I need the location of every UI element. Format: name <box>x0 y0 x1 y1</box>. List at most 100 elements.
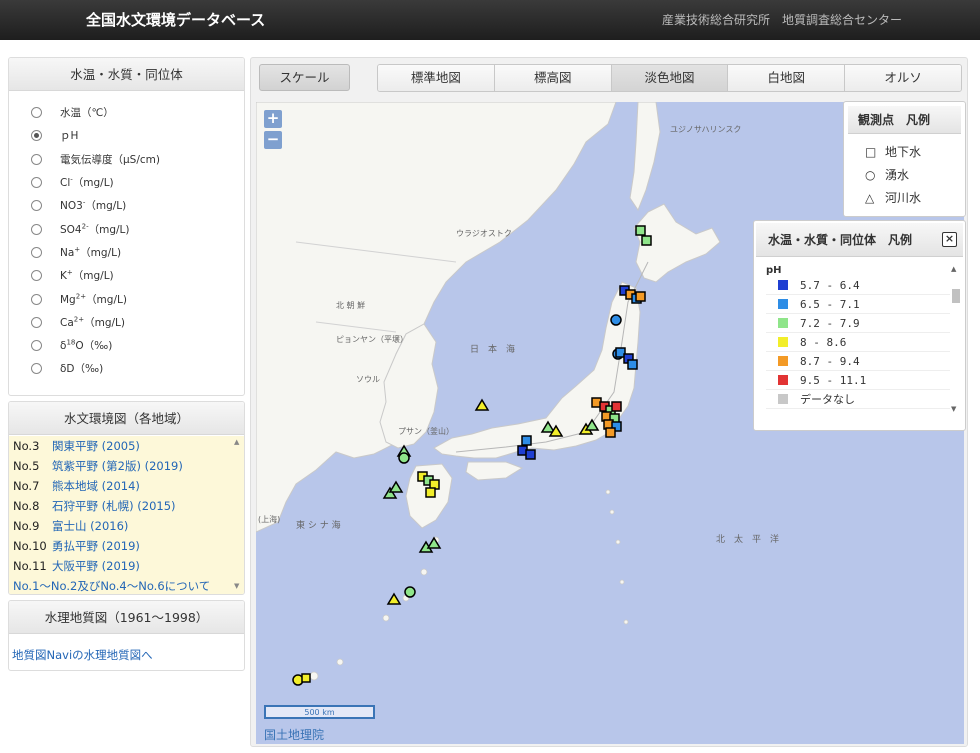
value-class-row: 9.5 - 11.1 <box>766 371 950 390</box>
radio-button[interactable] <box>31 223 42 235</box>
close-icon[interactable]: × <box>942 232 957 247</box>
scroll-thumb[interactable] <box>952 289 960 303</box>
parameter-option[interactable]: Mg2+（mg/L) <box>31 287 244 310</box>
scroll-up-arrow-icon[interactable]: ▲ <box>951 265 956 273</box>
region-item[interactable]: No.11 大阪平野 (2019) <box>9 556 244 576</box>
region-number: No.7 <box>13 479 40 493</box>
basemap-tabs: 標準地図 標高図 淡色地図 白地図 オルソ <box>377 64 962 92</box>
region-link[interactable]: 勇払平野 (2019) <box>52 536 140 556</box>
radio-button[interactable] <box>31 177 42 189</box>
parameter-option[interactable]: K+（mg/L) <box>31 264 244 287</box>
parameter-option[interactable]: ｐH <box>31 124 244 147</box>
tab-basemap[interactable]: 淡色地図 <box>611 65 729 91</box>
value-legend-title: 水温・水質・同位体 凡例 × <box>756 223 963 257</box>
observation-legend: 観測点 凡例 □ 地下水 ○ 湧水 △ 河川水 <box>843 101 966 217</box>
region-number: No.5 <box>13 459 40 473</box>
region-link[interactable]: 熊本地域 (2014) <box>52 476 140 496</box>
scroll-down-arrow-icon[interactable]: ▼ <box>234 582 239 590</box>
parameter-option[interactable]: 電気伝導度（μS/cm) <box>31 148 244 171</box>
sakhalin-land <box>629 102 661 212</box>
parameter-option[interactable]: NO3-（mg/L) <box>31 194 244 217</box>
hydrogeology-panel: 水理地質図（1961～1998） 地質図Naviの水理地質図へ <box>8 600 245 671</box>
parameter-option[interactable]: Ca2+（mg/L) <box>31 311 244 334</box>
radio-button[interactable] <box>31 246 42 258</box>
value-class-label: 8 - 8.6 <box>800 335 847 349</box>
parameters-panel-title: 水温・水質・同位体 <box>9 58 244 91</box>
radio-button[interactable] <box>31 130 42 142</box>
map-credit[interactable]: 国土地理院 <box>264 726 324 743</box>
label-kita: 北 朝 鮮 <box>336 300 365 310</box>
value-legend-title-text: 水温・水質・同位体 凡例 <box>768 233 913 247</box>
value-legend-subtitle: pH <box>766 265 782 276</box>
legend-symbol-icon: △ <box>865 190 875 205</box>
region-link[interactable]: 筑紫平野 (第2版) (2019) <box>52 456 183 476</box>
value-class-label: 8.7 - 9.4 <box>800 354 860 368</box>
parameter-radio-list: 水温（℃） ｐH 電気伝導度（μS/cm) Cl-（mg/L) NO3-（mg/L) SO… <box>9 91 244 381</box>
parameter-label: 水温（℃） <box>60 107 114 120</box>
region-item[interactable]: No.9 富士山 (2016) <box>9 516 244 536</box>
region-item[interactable]: No.10 勇払平野 (2019) <box>9 536 244 556</box>
region-number: No.9 <box>13 519 40 533</box>
label-shanghai: (上海) <box>258 514 280 524</box>
tab-basemap[interactable]: オルソ <box>845 65 961 91</box>
color-swatch <box>778 280 788 290</box>
label-seoul: ソウル <box>356 375 380 384</box>
hydrogeology-map-link[interactable]: 地質図Naviの水理地質図へ <box>9 634 244 663</box>
parameter-option[interactable]: δ18O（‰) <box>31 334 244 357</box>
value-class-row: 8 - 8.6 <box>766 333 950 352</box>
region-list[interactable]: No.3 関東平野 (2005) No.5 筑紫平野 (第2版) (2019) No.7… <box>9 436 244 594</box>
scroll-up-arrow-icon[interactable]: ▲ <box>234 438 239 446</box>
shikoku-land <box>465 461 524 481</box>
region-item[interactable]: No.8 石狩平野 (札幌) (2015) <box>9 496 244 516</box>
value-class-row: データなし <box>766 390 950 409</box>
map-scale-bar: 500 km <box>264 705 375 719</box>
zoom-out-button[interactable]: − <box>264 131 282 149</box>
parameter-option[interactable]: Na+（mg/L) <box>31 241 244 264</box>
hydrogeology-panel-title: 水理地質図（1961～1998） <box>9 601 244 634</box>
parameter-option[interactable]: SO42-（mg/L) <box>31 217 244 240</box>
value-class-row: 8.7 - 9.4 <box>766 352 950 371</box>
value-class-row: 5.7 - 6.4 <box>766 276 950 295</box>
parameter-label: Cl-（mg/L) <box>60 175 114 190</box>
tab-basemap[interactable]: 標準地図 <box>378 65 495 91</box>
region-note-link[interactable]: No.1～No.2及びNo.4～No.6について <box>9 576 244 594</box>
radio-button[interactable] <box>31 107 42 119</box>
region-item[interactable]: No.3 関東平野 (2005) <box>9 436 244 456</box>
region-link[interactable]: 大阪平野 (2019) <box>52 556 140 576</box>
observation-legend-item: △ 河川水 <box>844 186 965 209</box>
radio-button[interactable] <box>31 363 42 375</box>
region-link[interactable]: 関東平野 (2005) <box>52 436 140 456</box>
color-swatch <box>778 394 788 404</box>
parameter-label: SO42-（mg/L) <box>60 222 130 236</box>
value-class-label: データなし <box>800 393 855 406</box>
regions-panel: 水文環境図（各地域） No.3 関東平野 (2005) No.5 筑紫平野 (第2版)… <box>8 401 245 595</box>
region-item[interactable]: No.7 熊本地域 (2014) <box>9 476 244 496</box>
radio-button[interactable] <box>31 153 42 165</box>
parameter-option[interactable]: 水温（℃） <box>31 101 244 124</box>
tab-basemap[interactable]: 標高図 <box>494 65 612 91</box>
radio-button[interactable] <box>31 293 42 305</box>
scroll-down-arrow-icon[interactable]: ▼ <box>951 405 956 413</box>
legend-label: 河川水 <box>885 191 922 205</box>
legend-symbol-icon: ○ <box>865 167 876 182</box>
radio-button[interactable] <box>31 340 42 352</box>
value-legend-scrollbar[interactable]: ▲ ▼ <box>951 265 961 415</box>
parameter-option[interactable]: δD（‰) <box>31 357 244 380</box>
region-link[interactable]: 石狩平野 (札幌) (2015) <box>52 496 176 516</box>
parameter-option[interactable]: Cl-（mg/L) <box>31 171 244 194</box>
region-link[interactable]: 富士山 (2016) <box>52 516 128 536</box>
app-title: 全国水文環境データベース <box>86 11 266 29</box>
radio-button[interactable] <box>31 200 42 212</box>
color-swatch <box>778 375 788 385</box>
value-class-label: 6.5 - 7.1 <box>800 297 860 311</box>
value-class-row: 7.2 - 7.9 <box>766 314 950 333</box>
region-item[interactable]: No.5 筑紫平野 (第2版) (2019) <box>9 456 244 476</box>
value-legend: 水温・水質・同位体 凡例 × pH 5.7 - 6.4 6.5 - 7.1 7.2 … <box>753 220 966 431</box>
radio-button[interactable] <box>31 316 42 328</box>
tab-basemap[interactable]: 白地図 <box>728 65 846 91</box>
value-class-label: 9.5 - 11.1 <box>800 373 867 387</box>
radio-button[interactable] <box>31 270 42 282</box>
label-taiheiyo: 北 太 平 洋 <box>716 533 779 545</box>
zoom-in-button[interactable]: + <box>264 110 282 128</box>
scale-button[interactable]: スケール <box>259 64 350 91</box>
